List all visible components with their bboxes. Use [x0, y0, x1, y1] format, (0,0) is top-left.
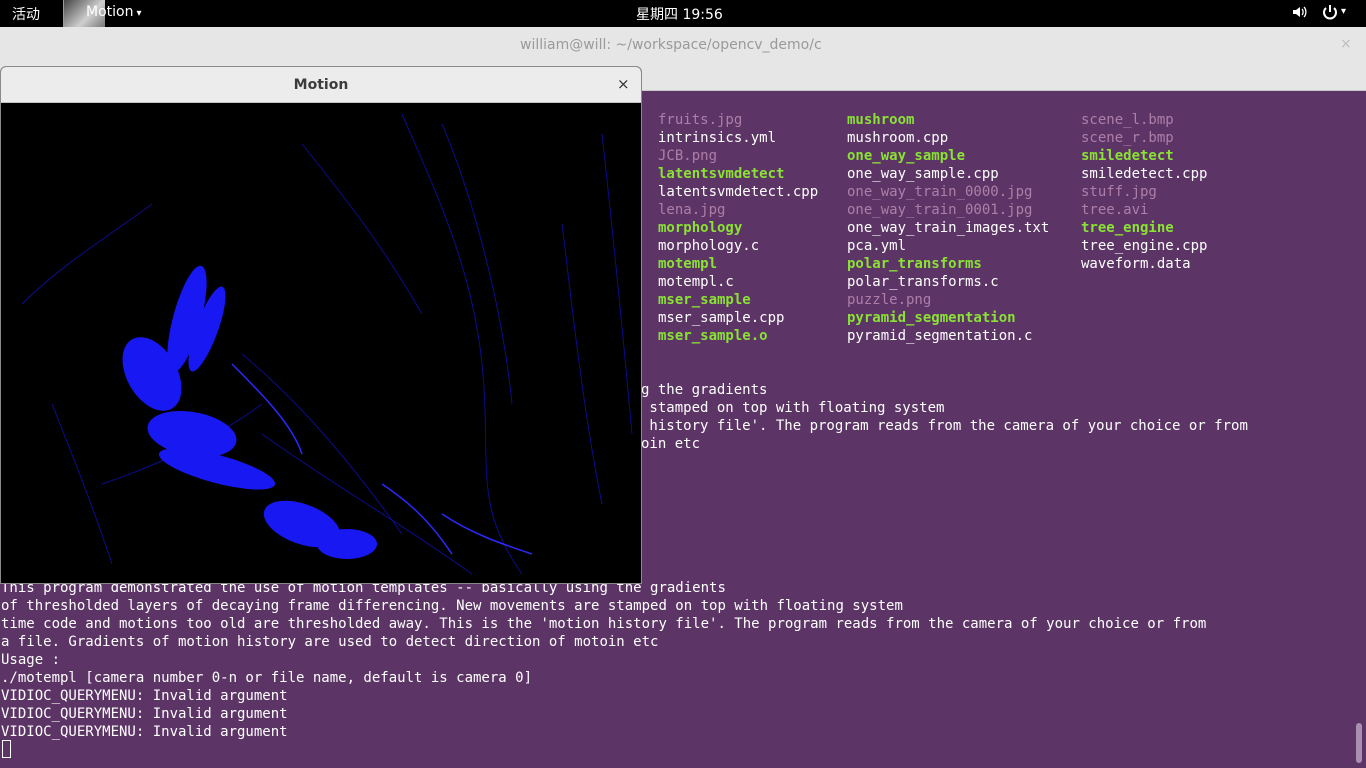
file-entry: latentsvmdetect: [658, 166, 785, 182]
file-entry: pca.yml: [847, 238, 907, 254]
output-line: of thresholded layers of decaying frame …: [1, 598, 903, 614]
app-menu[interactable]: Motion ▾: [86, 4, 142, 20]
file-entry: tree_engine.cpp: [1081, 238, 1208, 254]
file-entry: smiledetect.cpp: [1081, 166, 1208, 182]
output-line: oin etc: [641, 436, 701, 452]
file-entry: one_way_train_0001.jpg: [847, 202, 1033, 218]
motion-title: Motion: [293, 77, 349, 93]
output-line: time code and motions too old are thresh…: [1, 616, 1207, 632]
output-line: VIDIOC_QUERYMENU: Invalid argument: [1, 688, 288, 704]
file-entry: mushroom: [847, 112, 915, 128]
file-entry: one_way_sample.cpp: [847, 166, 999, 182]
file-entry: tree.avi: [1081, 202, 1149, 218]
terminal-title: william@will: ~/workspace/opencv_demo/c: [520, 37, 822, 53]
app-menu-label: Motion: [86, 4, 134, 20]
output-line: g the gradients: [641, 382, 768, 398]
chevron-down-icon: ▾: [136, 8, 142, 19]
motion-window[interactable]: Motion ×: [0, 66, 642, 584]
output-line: stamped on top with floating system: [641, 400, 945, 416]
file-entry: pyramid_segmentation.c: [847, 328, 1033, 344]
output-line: VIDIOC_QUERYMENU: Invalid argument: [1, 706, 288, 722]
motion-close-icon[interactable]: ×: [617, 75, 630, 93]
activities-button[interactable]: 活动: [12, 4, 40, 24]
file-entry: scene_r.bmp: [1081, 130, 1174, 146]
file-entry: polar_transforms: [847, 256, 982, 272]
terminal-cursor: [2, 740, 11, 758]
file-entry: lena.jpg: [658, 202, 726, 218]
volume-icon[interactable]: [1291, 4, 1307, 24]
file-entry: one_way_train_images.txt: [847, 220, 1050, 236]
file-entry: fruits.jpg: [658, 112, 743, 128]
file-entry: pyramid_segmentation: [847, 310, 1016, 326]
output-line: a file. Gradients of motion history are …: [1, 634, 659, 650]
file-entry: stuff.jpg: [1081, 184, 1157, 200]
power-icon[interactable]: [1321, 3, 1339, 25]
motion-image: [2, 104, 641, 583]
file-entry: JCB.png: [658, 148, 718, 164]
output-line: VIDIOC_QUERYMENU: Invalid argument: [1, 724, 288, 740]
file-entry: intrinsics.yml: [658, 130, 777, 146]
file-entry: one_way_sample: [847, 148, 966, 164]
file-entry: waveform.data: [1081, 256, 1191, 272]
output-line: ./motempl [camera number 0-n or file nam…: [1, 670, 533, 686]
file-entry: polar_transforms.c: [847, 274, 999, 290]
output-line: history file'. The program reads from th…: [641, 418, 1248, 434]
file-entry: mser_sample: [658, 292, 751, 308]
file-entry: motempl: [658, 256, 718, 272]
file-entry: tree_engine: [1081, 220, 1174, 236]
motion-titlebar[interactable]: Motion ×: [1, 67, 641, 103]
terminal-scrollbar[interactable]: [1356, 723, 1362, 763]
file-entry: smiledetect: [1081, 148, 1174, 164]
file-entry: puzzle.png: [847, 292, 932, 308]
file-entry: mser_sample.cpp: [658, 310, 785, 326]
file-entry: latentsvmdetect.cpp: [658, 184, 819, 200]
file-entry: morphology.c: [658, 238, 760, 254]
file-entry: mushroom.cpp: [847, 130, 949, 146]
terminal-close-icon[interactable]: ×: [1340, 36, 1352, 52]
top-bar: 活动 Motion ▾ 星期四 19:56 ▾: [0, 0, 1366, 27]
power-menu-chevron-icon[interactable]: ▾: [1341, 6, 1346, 17]
output-line: Usage :: [1, 652, 61, 668]
file-entry: one_way_train_0000.jpg: [847, 184, 1033, 200]
clock[interactable]: 星期四 19:56: [636, 4, 723, 24]
file-entry: mser_sample.o: [658, 328, 768, 344]
file-entry: morphology: [658, 220, 743, 236]
file-entry: motempl.c: [658, 274, 734, 290]
file-entry: scene_l.bmp: [1081, 112, 1174, 128]
